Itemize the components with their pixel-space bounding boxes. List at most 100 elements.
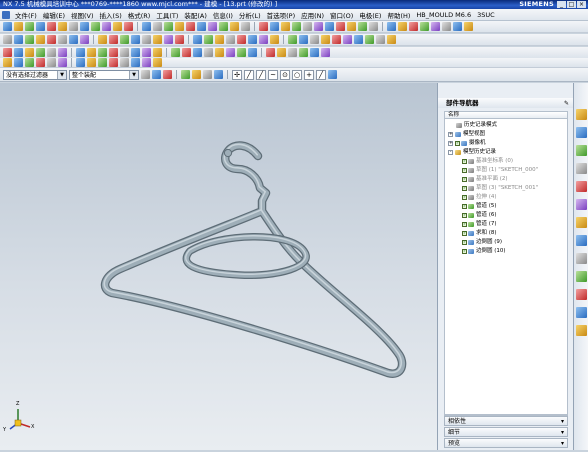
menu-window[interactable]: 窗口(O) [327,10,356,20]
swept-icon[interactable] [215,35,224,44]
surface-icon[interactable] [14,58,23,67]
tree-node[interactable]: - 模型历史记录 [445,148,567,156]
tree-node[interactable]: + ✓ 摄像机 [445,139,567,147]
menu-insert[interactable]: 插入(S) [97,10,125,20]
text-icon[interactable] [58,35,67,44]
visibility-checkbox[interactable]: ✓ [462,176,467,182]
layer-icon[interactable] [332,35,341,44]
edit-parameters-icon[interactable] [47,58,56,67]
snap-midpoint-icon[interactable]: ╱ [256,69,266,80]
datum-csys-icon[interactable] [120,35,129,44]
extension-icon[interactable] [248,35,257,44]
wireframe-icon[interactable] [131,48,140,57]
visibility-checkbox[interactable]: ✓ [455,140,460,146]
close-button[interactable]: × [577,1,586,8]
menu-electrode[interactable]: 电极(E) [356,10,384,20]
constraint-icon[interactable] [288,48,297,57]
thicken-icon[interactable] [325,22,334,31]
datum-plane-icon[interactable] [98,35,107,44]
layout-icon[interactable] [431,22,440,31]
face-edge-icon[interactable] [214,70,223,79]
menu-help[interactable]: 帮助(H) [384,10,413,20]
bounded-plane-icon[interactable] [270,35,279,44]
hd3d-tools-tab-icon[interactable] [576,181,587,192]
mirror-icon[interactable] [314,22,323,31]
intersect-icon[interactable] [208,22,217,31]
menu-format[interactable]: 格式(R) [125,10,154,20]
hole-icon[interactable] [58,22,67,31]
mould-wizard-icon[interactable] [387,22,396,31]
visibility-checkbox[interactable]: ✓ [462,212,467,218]
expand-icon[interactable]: + [448,140,453,146]
visibility-checkbox[interactable]: ✓ [462,158,467,164]
dependencies-drawer[interactable]: 相依性 ▾ [444,416,568,426]
preview-drawer[interactable]: 预览 ▾ [444,438,568,448]
visibility-checkbox[interactable]: ✓ [462,203,467,209]
expression-icon[interactable] [76,58,85,67]
maximize-button[interactable]: □ [567,1,576,8]
process-studio-tab-icon[interactable] [576,253,587,264]
menu-hb-mould[interactable]: HB_MOULD M6.6 [413,11,474,19]
constraint-navigator-tab-icon[interactable] [576,127,587,138]
shell-icon[interactable] [241,22,250,31]
offset-face-icon[interactable] [281,22,290,31]
visibility-checkbox[interactable]: ✓ [462,221,467,227]
part-family-icon[interactable] [131,58,140,67]
roles-tab-icon[interactable] [576,289,587,300]
connected-curve-icon[interactable] [192,70,201,79]
trim-body-icon[interactable] [259,22,268,31]
cylinder-icon[interactable] [142,22,151,31]
paste-icon[interactable] [47,48,56,57]
snap-quadrant-icon[interactable]: ○ [292,69,302,80]
delete-icon[interactable] [58,48,67,57]
snap-3d-icon[interactable] [328,70,337,79]
type-filter-combo[interactable]: 没有选择过滤器 ▼ [3,69,67,80]
tree-node[interactable]: ✓ 边倒圆 (10) [445,247,567,255]
snap-center-icon[interactable]: ⊙ [280,69,290,80]
pattern-face-icon[interactable] [215,48,224,57]
reuse-library-tab-icon[interactable] [576,163,587,174]
replace-face-icon[interactable] [358,22,367,31]
extrude-icon[interactable] [36,22,45,31]
spreadsheet-icon[interactable] [87,58,96,67]
visibility-checkbox[interactable]: ✓ [462,185,467,191]
through-curves-icon[interactable] [193,35,202,44]
sphere-icon[interactable] [164,22,173,31]
cone-icon[interactable] [153,22,162,31]
menu-file[interactable]: 文件(F) [12,10,40,20]
circle-icon[interactable] [25,35,34,44]
curve-icon[interactable] [25,58,34,67]
unite-icon[interactable] [186,22,195,31]
explode-icon[interactable] [310,48,319,57]
copy-face-icon[interactable] [226,48,235,57]
menu-3suc[interactable]: 3SUC [474,11,498,19]
chevron-down-icon[interactable]: ▼ [129,70,138,79]
slot-icon[interactable] [91,22,100,31]
subtract-icon[interactable] [197,22,206,31]
pad-icon[interactable] [113,22,122,31]
tree-node[interactable]: + 模型视图 [445,130,567,138]
chevron-down-icon[interactable]: ▼ [57,70,66,79]
rectangle-icon[interactable] [14,35,23,44]
tree-node[interactable]: ✓ 草图 (3) "SKETCH_001" [445,184,567,192]
grip-icon[interactable] [120,58,129,67]
udf-icon[interactable] [142,58,151,67]
wcs-icon[interactable] [365,35,374,44]
pan-icon[interactable] [109,48,118,57]
n-sided-icon[interactable] [237,35,246,44]
reuse-library-icon[interactable] [153,58,162,67]
suppress-icon[interactable] [58,58,67,67]
menu-tools[interactable]: 工具(T) [153,10,181,20]
app-menu-icon[interactable] [2,10,10,19]
journal-icon[interactable] [98,58,107,67]
part-navigator-tab-icon[interactable] [576,145,587,156]
arc-icon[interactable] [36,35,45,44]
menu-assemblies[interactable]: 装配(A) [181,10,210,20]
block-icon[interactable] [124,22,133,31]
menu-edit[interactable]: 编辑(E) [40,10,68,20]
datum-axis-icon[interactable] [109,35,118,44]
shaded-icon[interactable] [120,48,129,57]
select-all-icon[interactable] [152,70,161,79]
sew-icon[interactable] [336,22,345,31]
snap-curve-icon[interactable]: ~ [268,69,278,80]
